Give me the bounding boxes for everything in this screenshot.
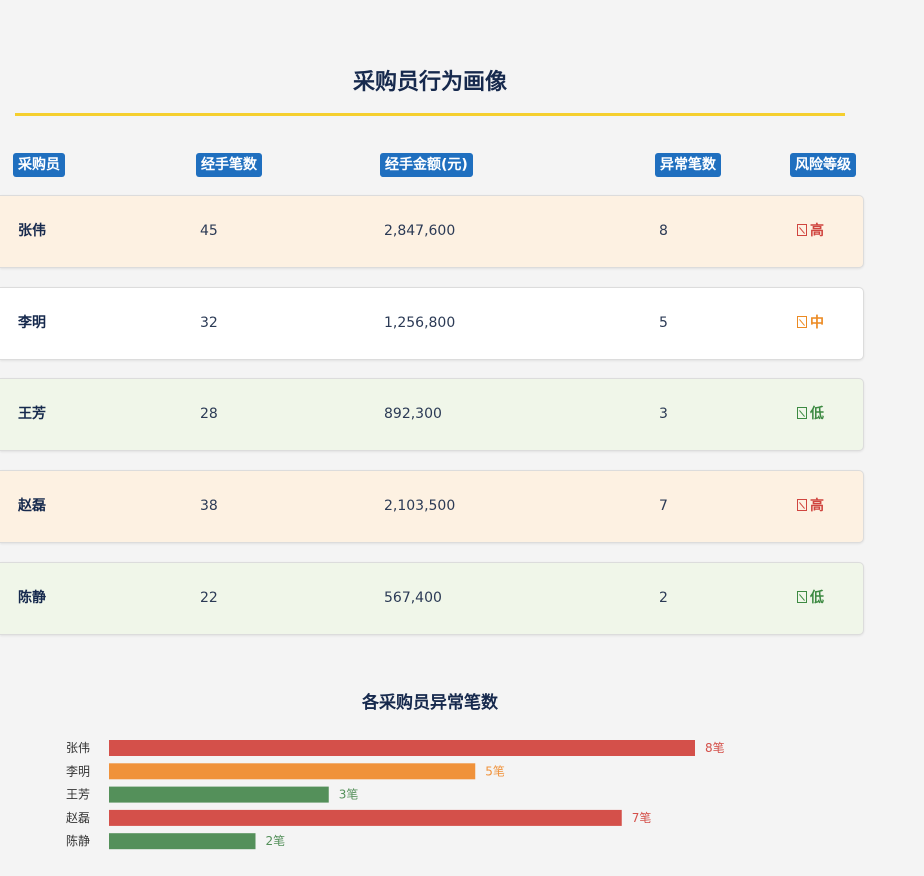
buyer-name: 赵磊: [18, 498, 46, 514]
column-header-risk: 风险等级: [790, 153, 856, 177]
category-label: 王芳: [66, 788, 90, 802]
risk-level: 低: [797, 379, 824, 450]
column-header-count: 经手笔数: [196, 153, 262, 177]
abnormal-count: 3: [659, 406, 668, 422]
category-label: 张伟: [66, 741, 90, 755]
risk-icon: [797, 316, 807, 328]
abnormal-bar-chart: 张伟 8笔李明 5笔王芳 3笔赵磊 7笔陈静 2笔: [66, 740, 725, 850]
buyer-name: 张伟: [18, 223, 46, 239]
bar: [109, 786, 329, 803]
category-label: 李明: [66, 763, 90, 778]
bar: [109, 833, 256, 850]
abnormal-count: 8: [659, 223, 668, 239]
handled-amount: 2,103,500: [384, 498, 456, 514]
table-row: 张伟 45 2,847,600 8 高: [0, 195, 864, 268]
handled-count: 45: [200, 223, 218, 239]
value-label: 8笔: [705, 740, 725, 755]
risk-level: 低: [797, 563, 824, 634]
risk-icon: [797, 499, 807, 511]
table-row: 陈静 22 567,400 2 低: [0, 562, 864, 635]
handled-count: 28: [200, 406, 218, 422]
risk-icon: [797, 591, 807, 603]
column-header-amount: 经手金额(元): [380, 153, 473, 177]
chart-title: 各采购员异常笔数: [362, 693, 498, 713]
handled-amount: 567,400: [384, 590, 442, 606]
handled-amount: 2,847,600: [384, 223, 456, 239]
category-label: 陈静: [66, 833, 90, 848]
risk-icon: [797, 224, 807, 236]
page-title: 采购员行为画像: [352, 70, 507, 95]
handled-amount: 892,300: [384, 406, 442, 422]
bar: [109, 740, 695, 756]
abnormal-count: 7: [659, 498, 668, 514]
handled-count: 38: [200, 498, 218, 514]
risk-label: 高: [810, 498, 824, 514]
risk-label: 高: [810, 223, 824, 239]
value-label: 5笔: [485, 763, 505, 778]
handled-count: 22: [200, 590, 218, 606]
risk-level: 高: [797, 471, 824, 542]
column-header-buyer: 采购员: [13, 153, 65, 177]
risk-label: 低: [810, 406, 824, 422]
buyer-name: 陈静: [18, 590, 46, 606]
table-row: 王芳 28 892,300 3 低: [0, 378, 864, 451]
risk-level: 高: [797, 196, 824, 267]
risk-icon: [797, 407, 807, 419]
column-header-abnormal: 异常笔数: [655, 153, 721, 177]
buyer-name: 李明: [18, 315, 46, 331]
buyer-name: 王芳: [18, 406, 46, 422]
risk-label: 低: [810, 590, 824, 606]
value-label: 3笔: [339, 787, 359, 802]
table-row: 赵磊 38 2,103,500 7 高: [0, 470, 864, 543]
risk-level: 中: [797, 288, 824, 359]
table-row: 李明 32 1,256,800 5 中: [0, 287, 864, 360]
abnormal-count: 5: [659, 315, 668, 331]
bar: [109, 809, 622, 826]
risk-label: 中: [810, 315, 824, 331]
handled-count: 32: [200, 315, 218, 331]
title-divider: [15, 113, 845, 116]
value-label: 2笔: [266, 833, 286, 848]
abnormal-count: 2: [659, 590, 668, 606]
bar: [109, 763, 476, 780]
value-label: 7笔: [632, 810, 652, 825]
category-label: 赵磊: [66, 811, 90, 825]
handled-amount: 1,256,800: [384, 315, 456, 331]
